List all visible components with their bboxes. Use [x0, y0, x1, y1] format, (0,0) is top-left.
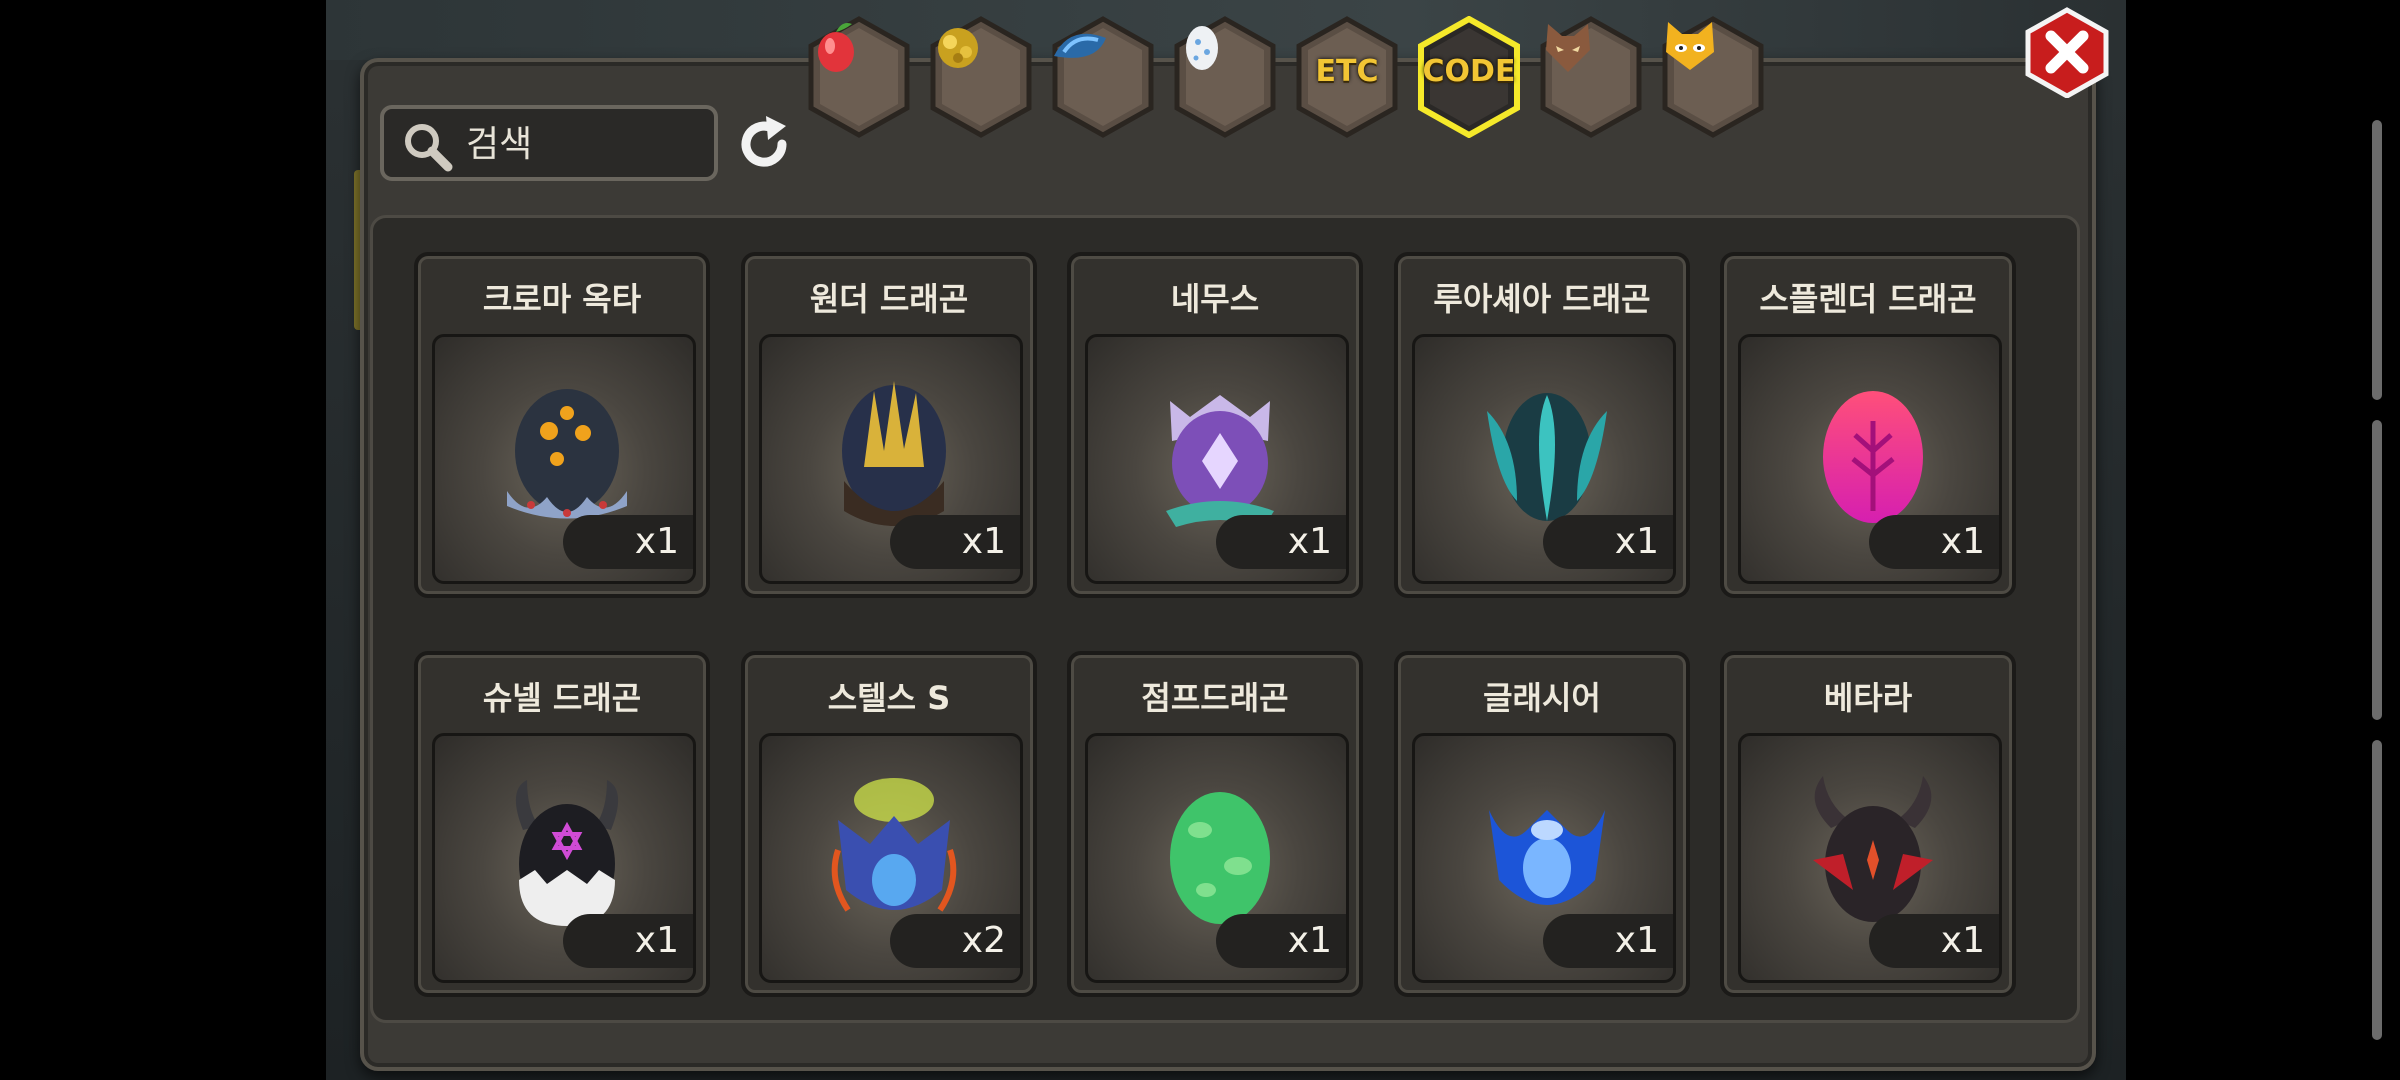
item-card[interactable]: 슈넬 드래곤 x1	[414, 651, 710, 997]
tab-wolf[interactable]	[1538, 16, 1644, 138]
item-slot: x1	[1738, 733, 2002, 983]
item-slot: x1	[1738, 334, 2002, 584]
item-card[interactable]: 베타라 x1	[1720, 651, 2016, 997]
quantity-badge: x1	[1543, 914, 1673, 968]
tab-etc-label: ETC	[1315, 54, 1379, 89]
item-name: 점프드래곤	[1141, 679, 1289, 717]
game-screen: ETC CODE 크로마 옥타	[0, 0, 2400, 1080]
item-slot: x1	[432, 733, 696, 983]
item-name: 슈넬 드래곤	[482, 679, 642, 717]
scrollbar[interactable]	[2372, 70, 2386, 1040]
scrollbar-segment	[2372, 740, 2382, 1040]
cat-face-icon	[1666, 22, 1714, 70]
search-input[interactable]	[464, 119, 708, 169]
tab-fruit[interactable]	[806, 16, 912, 138]
item-slot: x1	[1412, 733, 1676, 983]
quantity-badge: x1	[1216, 914, 1346, 968]
quantity-badge: x1	[563, 914, 693, 968]
item-name: 베타라	[1823, 679, 1913, 717]
tab-scale[interactable]	[1050, 16, 1156, 138]
search-icon	[405, 124, 453, 172]
item-name: 루아셰아 드래곤	[1433, 280, 1651, 318]
item-name: 스플렌더 드래곤	[1759, 280, 1977, 318]
item-name: 원더 드래곤	[809, 280, 969, 318]
item-slot: x1	[1085, 733, 1349, 983]
tab-egg[interactable]	[1172, 16, 1278, 138]
tab-code[interactable]: CODE	[1416, 16, 1522, 138]
dragon-scale-icon	[1054, 33, 1106, 58]
tab-code-label: CODE	[1422, 54, 1516, 89]
close-icon[interactable]	[2024, 6, 2110, 98]
tab-etc[interactable]: ETC	[1294, 16, 1400, 138]
item-slot: x2	[759, 733, 1023, 983]
item-card[interactable]: 스텔스 S x2	[741, 651, 1037, 997]
egg-icon	[1186, 26, 1218, 70]
item-card[interactable]: 크로마 옥타 x1	[414, 252, 710, 598]
item-name: 글래시어	[1483, 679, 1601, 717]
category-tabs: ETC CODE	[806, 16, 2400, 146]
search-box[interactable]	[380, 105, 718, 181]
item-name: 네무스	[1170, 280, 1260, 318]
tab-gold[interactable]	[928, 16, 1034, 138]
item-card[interactable]: 스플렌더 드래곤 x1	[1720, 252, 2016, 598]
scrollbar-segment	[2372, 420, 2382, 720]
item-card[interactable]: 네무스 x1	[1067, 252, 1363, 598]
tab-cat[interactable]	[1660, 16, 1766, 138]
refresh-icon[interactable]	[732, 112, 796, 176]
quantity-badge: x1	[1869, 515, 1999, 569]
wolf-head-icon	[1546, 24, 1590, 72]
quantity-badge: x1	[1869, 914, 1999, 968]
item-card[interactable]: 점프드래곤 x1	[1067, 651, 1363, 997]
item-slot: x1	[1412, 334, 1676, 584]
gold-ore-icon	[938, 28, 978, 68]
quantity-badge: x1	[563, 515, 693, 569]
quantity-badge: x2	[890, 914, 1020, 968]
item-slot: x1	[759, 334, 1023, 584]
item-card[interactable]: 루아셰아 드래곤 x1	[1394, 252, 1690, 598]
item-slot: x1	[1085, 334, 1349, 584]
fruit-icon	[818, 23, 854, 72]
scrollbar-segment	[2372, 120, 2382, 400]
item-card[interactable]: 원더 드래곤 x1	[741, 252, 1037, 598]
item-name: 크로마 옥타	[482, 280, 642, 318]
quantity-badge: x1	[1543, 515, 1673, 569]
quantity-badge: x1	[1216, 515, 1346, 569]
item-slot: x1	[432, 334, 696, 584]
item-name: 스텔스 S	[827, 679, 951, 717]
quantity-badge: x1	[890, 515, 1020, 569]
item-card[interactable]: 글래시어 x1	[1394, 651, 1690, 997]
